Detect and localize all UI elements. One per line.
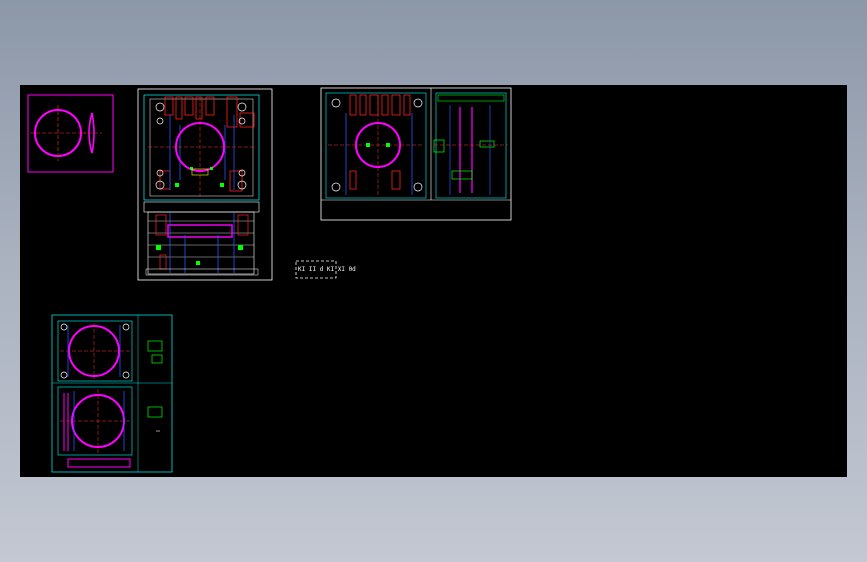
mold-plan-section-drawing: [320, 87, 512, 221]
cad-model-space[interactable]: KI II d KI XI 0d: [20, 85, 847, 477]
title-block-text: KI II d KI XI 0d: [298, 266, 356, 273]
part-view-drawing: [27, 94, 114, 173]
drawing-canvas[interactable]: [20, 85, 847, 477]
plate-details-drawing: [51, 314, 173, 473]
mold-assembly-drawing: [137, 88, 273, 281]
